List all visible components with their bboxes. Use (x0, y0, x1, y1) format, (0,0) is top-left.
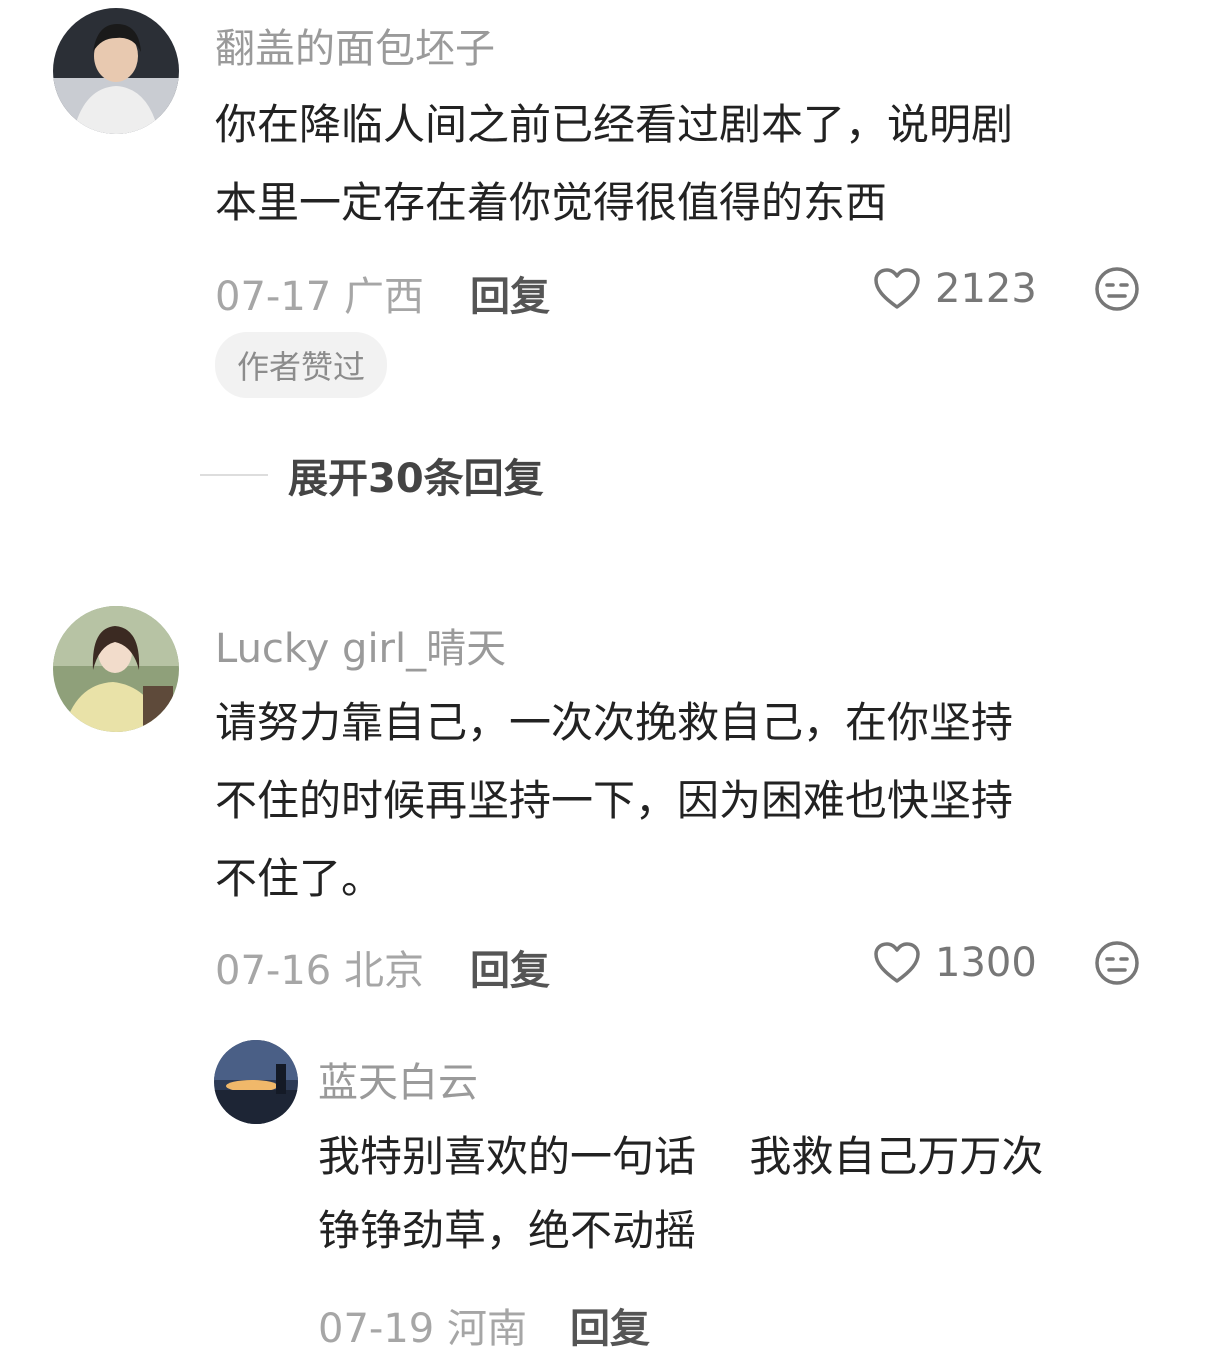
neutral-face-icon (1095, 267, 1139, 311)
comment-date: 07-17 (215, 274, 332, 320)
comment-text-line: 请努力靠自己，一次次挽救自己，在你坚持 (215, 698, 1014, 747)
reply-meta: 07-19 河南 (318, 1296, 527, 1354)
comment-text: 你在降临人间之前已经看过剧本了，说明剧 本里一定存在着你觉得很值得的东西 (215, 86, 1175, 242)
like-count: 1300 (935, 940, 1037, 986)
expand-replies-label: 展开30条回复 (288, 456, 544, 502)
comment-meta: 07-16 北京 (215, 938, 424, 996)
username[interactable]: Lucky girl_晴天 (215, 616, 506, 674)
comment-text-line: 你在降临人间之前已经看过剧本了，说明剧 (215, 100, 1014, 149)
username[interactable]: 翻盖的面包坯子 (215, 16, 495, 74)
reply-button[interactable]: 回复 (570, 1296, 650, 1354)
expand-divider (200, 474, 268, 476)
reply-text-line: 铮铮劲草，绝不动摇 (318, 1206, 697, 1255)
avatar[interactable] (214, 1040, 298, 1124)
like-count: 2123 (935, 266, 1037, 312)
heart-outline-icon (874, 942, 920, 983)
author-liked-badge: 作者赞过 (215, 332, 388, 398)
avatar[interactable] (53, 8, 179, 134)
like-button[interactable]: 2123 (873, 264, 1037, 314)
username[interactable]: 蓝天白云 (318, 1050, 478, 1108)
reply-button[interactable]: 回复 (470, 938, 550, 996)
heart-outline-icon (874, 268, 920, 309)
comment-text: 请努力靠自己，一次次挽救自己，在你坚持 不住的时候再坚持一下，因为困难也快坚持 … (215, 684, 1175, 918)
reply-date: 07-19 (318, 1306, 435, 1352)
comment-text-line: 不住了。 (215, 854, 384, 903)
dislike-button[interactable] (1094, 266, 1140, 312)
neutral-face-icon (1095, 941, 1139, 985)
comment-date: 07-16 (215, 948, 332, 994)
reply-text-line: 我特别喜欢的一句话 我救自己万万次 (318, 1132, 1044, 1181)
dislike-button[interactable] (1094, 940, 1140, 986)
avatar[interactable] (53, 606, 179, 732)
reply-location: 河南 (446, 1306, 527, 1352)
comment-location: 北京 (343, 948, 424, 994)
comment-location: 广西 (343, 274, 424, 320)
comment-text-line: 本里一定存在着你觉得很值得的东西 (215, 178, 888, 227)
reply-button[interactable]: 回复 (470, 264, 550, 322)
reply-text: 我特别喜欢的一句话 我救自己万万次 铮铮劲草，绝不动摇 (318, 1120, 1198, 1268)
like-button[interactable]: 1300 (873, 938, 1037, 988)
expand-replies-button[interactable]: 展开30条回复 (200, 446, 544, 504)
comment-meta: 07-17 广西 (215, 264, 424, 322)
comment-text-line: 不住的时候再坚持一下，因为困难也快坚持 (215, 776, 1014, 825)
